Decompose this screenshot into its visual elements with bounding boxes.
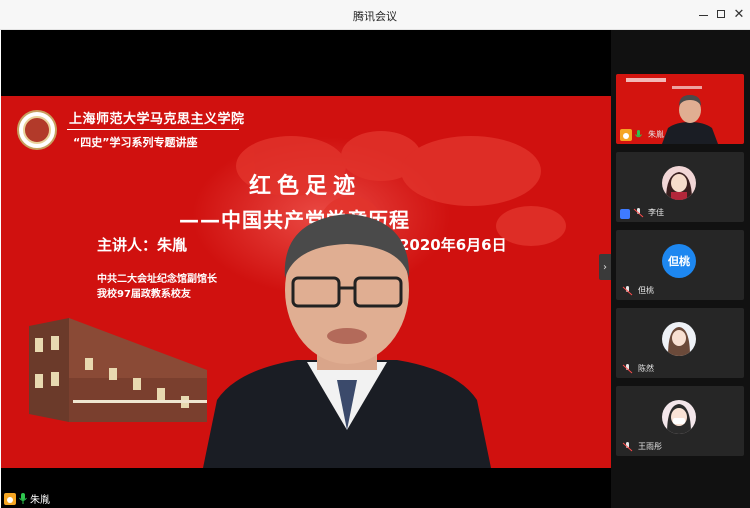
participant-avatar (662, 322, 696, 356)
participant-avatar (662, 166, 696, 200)
main-video[interactable]: 上海师范大学马克思主义学院 “四史”学习系列专题讲座 红色足迹 ——中国共产党党… (1, 30, 611, 508)
participant-name: 陈然 (638, 364, 654, 373)
microphone-on-icon (19, 493, 27, 504)
presenter-video (203, 214, 491, 468)
minimize-button[interactable] (695, 6, 711, 22)
presenter-thumbnail (662, 95, 718, 144)
participant-avatar (662, 400, 696, 434)
user-icon (620, 129, 632, 141)
window-title: 腾讯会议 (353, 10, 397, 23)
slide-speaker-alumni: 我校97届政教系校友 (97, 289, 191, 300)
user-icon (4, 492, 16, 505)
participant-tile[interactable]: 朱胤 (616, 74, 744, 144)
thumbnail-text-line (626, 78, 666, 82)
maximize-button[interactable] (713, 6, 729, 22)
maximize-icon (717, 10, 725, 18)
microphone-on-icon (635, 130, 642, 138)
university-logo (17, 110, 57, 150)
participant-tile[interactable]: 李佳 (616, 152, 744, 222)
close-button[interactable]: ✕ (731, 6, 747, 22)
participant-name: 李佳 (648, 208, 664, 217)
participant-panel: 朱胤 李佳 但桃 但桃 陈然 王雨彤 (611, 30, 750, 508)
microphone-muted-icon (622, 442, 633, 452)
participant-name: 但桃 (638, 286, 654, 295)
user-icon (620, 209, 630, 219)
collapse-sidebar-button[interactable]: › (599, 254, 611, 280)
thumbnail-text-line (672, 86, 702, 89)
microphone-muted-icon (622, 286, 633, 296)
microphone-muted-icon (622, 364, 633, 374)
slide-series: “四史”学习系列专题讲座 (73, 136, 198, 149)
participant-tile[interactable]: 王雨彤 (616, 386, 744, 456)
slide-school: 上海师范大学马克思主义学院 (69, 112, 245, 127)
slide-speaker: 主讲人：朱胤 (97, 236, 188, 254)
microphone-muted-icon (633, 208, 644, 218)
building-illustration (29, 318, 207, 422)
slide-title: 红色足迹 (249, 174, 362, 199)
title-bar: 腾讯会议 ✕ (0, 0, 750, 30)
participant-name: 王雨彤 (638, 442, 662, 451)
participant-name: 朱胤 (648, 130, 664, 139)
university-seal-icon (23, 116, 51, 144)
main-video-label: 朱胤 (1, 489, 50, 508)
participant-tile[interactable]: 陈然 (616, 308, 744, 378)
main-user-name: 朱胤 (30, 495, 50, 506)
participant-tile[interactable]: 但桃 但桃 (616, 230, 744, 300)
participant-avatar: 但桃 (662, 244, 696, 278)
minimize-icon (698, 14, 708, 16)
slide-divider (67, 129, 239, 130)
